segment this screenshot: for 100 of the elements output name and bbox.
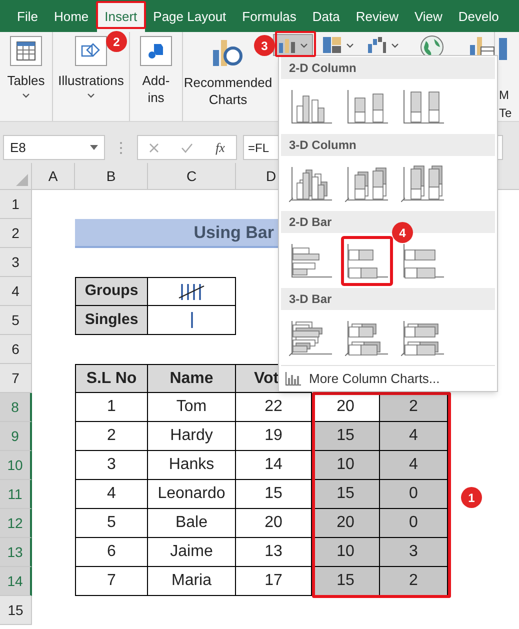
ribbon-tab[interactable]: View (406, 2, 450, 32)
table-cell: Bale (148, 509, 236, 538)
row-header[interactable]: 10 (0, 451, 32, 480)
table-cell: 20 (312, 509, 380, 538)
section-header: 3-D Column (281, 134, 495, 156)
column-chart-icon (278, 37, 296, 53)
chart-option[interactable] (341, 236, 393, 286)
row-header[interactable]: 6 (0, 335, 32, 364)
table-cell: Leonardo (148, 480, 236, 509)
table-cell: 0 (380, 480, 448, 509)
chart-type-icon (401, 165, 445, 202)
ribbon-tab[interactable]: Data (304, 2, 348, 32)
table-cell: 4 (380, 451, 448, 480)
row-header[interactable]: 9 (0, 422, 32, 451)
row-header[interactable]: 1 (0, 190, 32, 219)
table-cell: 4 (380, 422, 448, 451)
group-label[interactable]: Tables (7, 72, 45, 89)
section-header: 2-D Column (281, 57, 495, 79)
table-cell: 19 (236, 422, 312, 451)
tab-outline (96, 1, 146, 29)
table-cell: 6 (75, 538, 148, 567)
ribbon-tab[interactable]: File (9, 2, 46, 32)
ribbon-tab[interactable]: Home (46, 2, 97, 32)
table-cell: 17 (236, 567, 312, 596)
caret-icon (391, 42, 399, 48)
drag-handle-icon (119, 142, 123, 154)
table-cell: 5 (75, 509, 148, 538)
caret-icon (346, 42, 354, 48)
group-label[interactable]: Add- ins (142, 72, 170, 106)
table-cell: 20 (236, 509, 312, 538)
column-header[interactable]: C (148, 163, 236, 189)
chart-type-icon (401, 242, 445, 279)
step-badge: 1 (461, 487, 482, 508)
more-charts-link[interactable]: More Column Charts... (309, 368, 440, 388)
cancel-icon[interactable] (149, 142, 160, 152)
waterfall-chart-icon (367, 36, 387, 54)
table-cell: Hardy (148, 422, 236, 451)
row-header[interactable]: 15 (0, 596, 32, 625)
row-header[interactable]: 14 (0, 567, 32, 596)
row-header[interactable]: 3 (0, 248, 32, 277)
row-header[interactable]: 5 (0, 306, 32, 335)
table-cell: Jaime (148, 538, 236, 567)
chart-type-icon (289, 165, 333, 202)
row-header[interactable]: 2 (0, 219, 32, 248)
table-cell: 1 (75, 393, 148, 422)
row-header[interactable]: 11 (0, 480, 32, 509)
column-chart-icon (285, 372, 301, 386)
table-cell: 10 (312, 538, 380, 567)
row-header[interactable]: 8 (0, 393, 32, 422)
column-header[interactable]: A (32, 163, 75, 189)
tally-mark-icon (190, 311, 194, 329)
ribbon-tab[interactable]: Review (348, 2, 406, 32)
table-cell: 0 (380, 509, 448, 538)
ribbon-button[interactable] (10, 36, 42, 66)
ribbon-label: M (499, 87, 510, 104)
table-cell: 13 (236, 538, 312, 567)
ribbon-button[interactable] (140, 36, 172, 66)
table-cell: 10 (312, 451, 380, 480)
ribbon-tab[interactable]: Develo (450, 2, 507, 32)
table-cell: 15 (312, 480, 380, 509)
chart-type-icon (345, 165, 389, 202)
chart-type-icon (345, 88, 389, 125)
ribbon-tab[interactable]: Formulas (234, 2, 304, 32)
ribbon-label: Te (499, 105, 512, 122)
insert-function-button[interactable]: fx (216, 138, 225, 158)
chart-icon (499, 38, 507, 60)
row-header[interactable]: 7 (0, 364, 32, 393)
check-icon[interactable] (181, 142, 194, 152)
tally-marks-icon (178, 282, 206, 300)
recommended-charts-icon (211, 38, 245, 68)
chart-type-icon (289, 319, 333, 356)
caret-icon (87, 93, 95, 98)
table-cell: 2 (380, 393, 448, 422)
cube-icon (146, 41, 166, 61)
ribbon-tab[interactable]: Insert (96, 2, 146, 32)
caret-icon (300, 42, 308, 48)
name-box[interactable]: E8 (3, 135, 105, 160)
chart-type-icon (345, 242, 389, 279)
table-cell: 2 (380, 567, 448, 596)
hierarchy-chart-icon (322, 36, 342, 54)
button-outline (275, 31, 316, 57)
row-header[interactable]: 13 (0, 538, 32, 567)
column-header: S.L No (75, 364, 148, 393)
ribbon-button[interactable] (75, 36, 107, 66)
group-label[interactable]: Recommended Charts (184, 74, 272, 108)
table-cell: 15 (236, 480, 312, 509)
table-cell: 3 (380, 538, 448, 567)
chart-type-icon (401, 319, 445, 356)
row-header[interactable]: 4 (0, 277, 32, 306)
table-cell: 15 (312, 567, 380, 596)
table-cell: Hanks (148, 451, 236, 480)
column-header[interactable]: B (75, 163, 148, 189)
table-cell: 4 (75, 480, 148, 509)
group-label[interactable]: Illustrations (58, 72, 124, 89)
chart-type-icon (345, 319, 389, 356)
table-cell: 15 (312, 422, 380, 451)
dropdown-arrow-icon (90, 145, 98, 150)
chart-type-icon (289, 88, 333, 125)
row-header[interactable]: 12 (0, 509, 32, 538)
ribbon-tab[interactable]: Page Layout (145, 2, 234, 32)
